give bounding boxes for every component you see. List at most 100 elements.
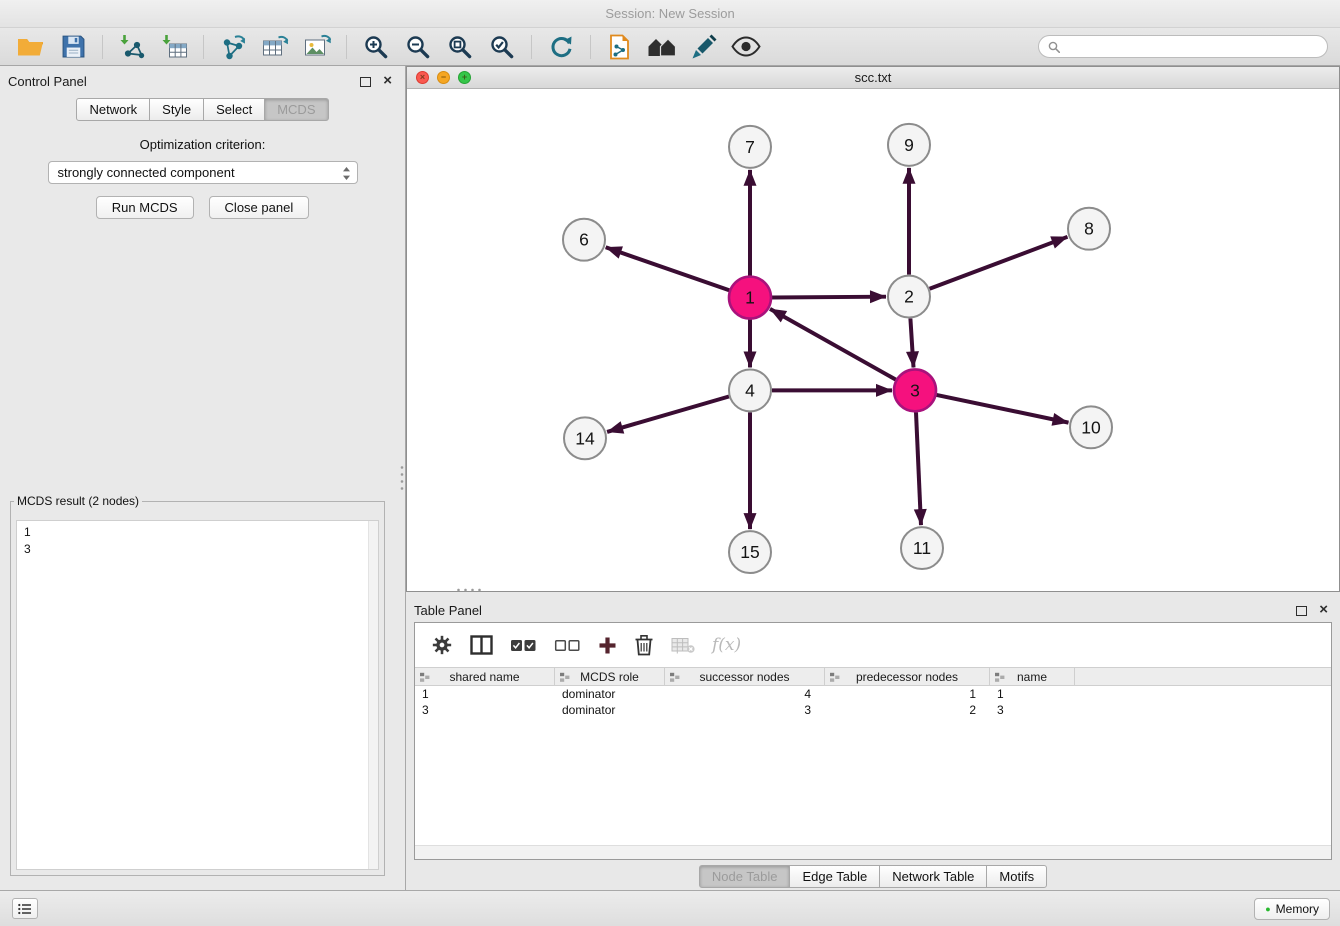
float-panel-icon[interactable] [360, 77, 371, 87]
graph-node-7[interactable]: 7 [729, 126, 771, 168]
network-window-titlebar[interactable]: × − + scc.txt [407, 67, 1339, 89]
brush-icon [691, 34, 717, 60]
zoom-out-button[interactable] [399, 31, 437, 63]
graph-node-6[interactable]: 6 [563, 219, 605, 261]
table-tab-edge-table[interactable]: Edge Table [789, 865, 880, 888]
svg-text:2: 2 [904, 287, 914, 307]
show-columns-button[interactable] [470, 635, 493, 655]
optimization-dropdown[interactable]: strongly connected component [48, 161, 358, 184]
column-tree-icon [419, 672, 430, 686]
graph-edge-1-6[interactable] [606, 247, 730, 290]
table-tab-node-table[interactable]: Node Table [699, 865, 791, 888]
table-tabs: Node TableEdge TableNetwork TableMotifs [406, 865, 1340, 888]
deselect-all-button[interactable] [554, 637, 581, 654]
clone-network-button[interactable] [601, 31, 639, 63]
select-all-button[interactable] [510, 637, 537, 654]
horizontal-splitter-grip[interactable] [455, 587, 483, 593]
table-horizontal-scrollbar[interactable] [415, 845, 1331, 859]
column-header-name[interactable]: name [990, 668, 1075, 685]
graph-edge-4-14[interactable] [607, 396, 729, 431]
graph-node-3[interactable]: 3 [894, 369, 936, 411]
task-history-button[interactable] [12, 898, 38, 919]
graph-node-14[interactable]: 14 [564, 417, 606, 459]
table-settings-button[interactable] [431, 634, 453, 656]
column-header-filler [1075, 668, 1331, 685]
delete-table-button[interactable] [671, 636, 695, 654]
zoom-fit-button[interactable] [441, 31, 479, 63]
mcds-result-area[interactable]: 13 [16, 520, 379, 870]
vertical-splitter-grip[interactable] [399, 464, 405, 492]
memory-button[interactable]: ● Memory [1254, 898, 1330, 920]
graph-node-8[interactable]: 8 [1068, 208, 1110, 250]
show-hide-details-button[interactable] [727, 31, 765, 63]
svg-text:9: 9 [904, 135, 914, 155]
graph-edge-2-8[interactable] [930, 237, 1068, 289]
column-header-predecessor-nodes[interactable]: predecessor nodes [825, 668, 990, 685]
tab-style[interactable]: Style [149, 98, 204, 121]
maximize-window-icon[interactable]: + [458, 71, 471, 84]
tab-network[interactable]: Network [76, 98, 150, 121]
import-network-button[interactable] [113, 31, 151, 63]
column-header-mcds-role[interactable]: MCDS role [555, 668, 665, 685]
dropdown-selected-value: strongly connected component [58, 165, 235, 180]
network-canvas[interactable]: 7 9 6 8 1 2 4 3 14 10 15 11 [407, 89, 1339, 591]
open-session-button[interactable] [12, 31, 50, 63]
graph-node-11[interactable]: 11 [901, 527, 943, 569]
add-row-button[interactable] [598, 636, 617, 655]
first-neighbors-button[interactable] [643, 31, 681, 63]
zoom-in-icon [363, 34, 389, 60]
graph-edge-3-11[interactable] [916, 412, 921, 525]
graph-node-1[interactable]: 1 [729, 277, 771, 319]
graph-node-9[interactable]: 9 [888, 124, 930, 166]
zoom-in-button[interactable] [357, 31, 395, 63]
graph-node-2[interactable]: 2 [888, 276, 930, 318]
svg-text:3: 3 [910, 380, 920, 400]
close-window-icon[interactable]: × [416, 71, 429, 84]
tab-mcds[interactable]: MCDS [264, 98, 328, 121]
delete-row-button[interactable] [634, 634, 654, 656]
result-scrollbar[interactable] [368, 521, 378, 869]
graph-edge-1-2[interactable] [772, 297, 886, 298]
zoom-out-icon [405, 34, 431, 60]
graph-edge-3-1[interactable] [770, 309, 896, 380]
table-tab-motifs[interactable]: Motifs [986, 865, 1047, 888]
search-field[interactable] [1038, 35, 1328, 58]
network-view-window: × − + scc.txt 7 9 6 8 1 2 4 3 14 10 15 11 [406, 66, 1340, 592]
deselect-all-icon [554, 637, 581, 654]
eye-icon [731, 36, 761, 57]
table-cell-predecessor-nodes: 2 [825, 702, 990, 718]
refresh-icon [548, 34, 574, 60]
toolbar-separator [102, 35, 103, 59]
import-table-button[interactable] [155, 31, 193, 63]
window-titlebar[interactable]: Session: New Session [0, 0, 1340, 28]
new-table-button[interactable] [256, 31, 294, 63]
search-input[interactable] [1066, 39, 1318, 55]
save-session-button[interactable] [54, 31, 92, 63]
graph-edge-2-3[interactable] [910, 319, 913, 368]
column-header-shared-name[interactable]: shared name [415, 668, 555, 685]
table-row[interactable]: 3dominator323 [415, 702, 1331, 718]
table-cell-mcds-role: dominator [555, 686, 665, 702]
float-table-panel-icon[interactable] [1296, 606, 1307, 616]
close-panel-button[interactable]: Close panel [209, 196, 310, 219]
new-network-button[interactable] [214, 31, 252, 63]
tab-select[interactable]: Select [203, 98, 265, 121]
table-tab-network-table[interactable]: Network Table [879, 865, 987, 888]
export-image-button[interactable] [298, 31, 336, 63]
graph-node-10[interactable]: 10 [1070, 406, 1112, 448]
graph-node-4[interactable]: 4 [729, 369, 771, 411]
close-table-panel-icon[interactable]: × [1319, 601, 1328, 618]
zoom-selected-button[interactable] [483, 31, 521, 63]
minimize-window-icon[interactable]: − [437, 71, 450, 84]
column-header-successor-nodes[interactable]: successor nodes [665, 668, 825, 685]
function-builder-button[interactable]: f(x) [712, 635, 741, 655]
apply-style-button[interactable] [685, 31, 723, 63]
close-panel-icon[interactable]: × [383, 72, 392, 89]
run-mcds-button[interactable]: Run MCDS [96, 196, 194, 219]
graph-edge-3-10[interactable] [937, 395, 1069, 423]
graph-node-15[interactable]: 15 [729, 531, 771, 573]
apply-layout-button[interactable] [542, 31, 580, 63]
table-row[interactable]: 1dominator411 [415, 686, 1331, 702]
network-graph[interactable]: 7 9 6 8 1 2 4 3 14 10 15 11 [407, 89, 1339, 591]
traffic-lights: × − + [416, 71, 471, 84]
